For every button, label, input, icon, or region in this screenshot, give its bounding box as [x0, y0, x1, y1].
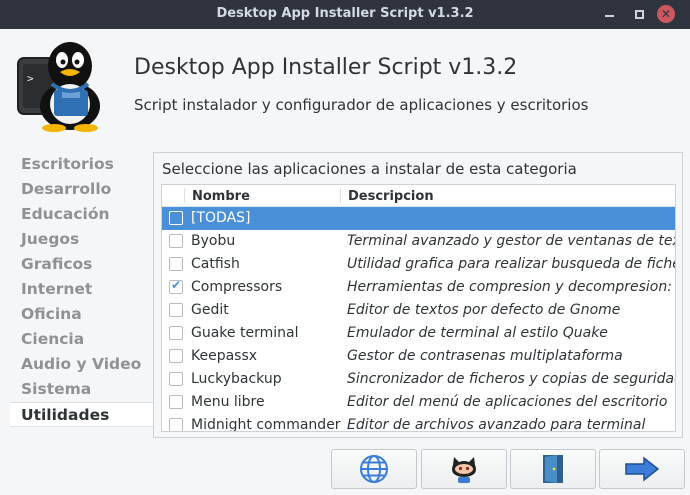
- svg-text:>: >: [27, 72, 34, 85]
- app-name: Midnight commander: [191, 417, 341, 432]
- app-name: [TODAS]: [191, 210, 251, 226]
- window-titlebar: Desktop App Installer Script v1.3.2 ✕: [0, 0, 690, 29]
- column-header-nombre[interactable]: Nombre: [192, 189, 250, 204]
- app-row[interactable]: Compressors Herramientas de compresion y …: [162, 276, 675, 299]
- app-name: Luckybackup: [191, 371, 282, 387]
- column-header-descripcion[interactable]: Descripcion: [348, 189, 434, 204]
- minimize-icon: [604, 15, 614, 17]
- app-title: Desktop App Installer Script v1.3.2: [134, 55, 518, 80]
- app-checkbox[interactable]: [169, 211, 183, 225]
- app-checkbox[interactable]: [169, 326, 183, 340]
- category-audio-video[interactable]: Audio y Video: [10, 352, 156, 377]
- website-button[interactable]: [331, 449, 417, 489]
- tux-penguin-terminal-logo: >: [17, 42, 100, 132]
- category-ciencia[interactable]: Ciencia: [10, 327, 156, 352]
- app-description: Herramientas de compresion y decompresio…: [347, 279, 676, 295]
- app-checkbox[interactable]: [169, 372, 183, 386]
- globe-icon: [360, 455, 388, 483]
- app-row[interactable]: Menu libre Editor del menú de aplicacione…: [162, 391, 675, 414]
- close-button[interactable]: ✕: [657, 5, 675, 23]
- app-checkbox[interactable]: [169, 257, 183, 271]
- app-list[interactable]: Nombre Descripcion [TODAS] Byobu Terminal …: [161, 184, 676, 432]
- category-desarrollo[interactable]: Desarrollo: [10, 177, 156, 202]
- next-button[interactable]: [599, 449, 685, 489]
- panel-label: Seleccione las aplicaciones a instalar d…: [162, 160, 577, 178]
- app-description: Editor de textos por defecto de Gnome: [347, 302, 621, 318]
- app-checkbox[interactable]: [169, 418, 183, 431]
- app-name: Byobu: [191, 233, 236, 249]
- exit-button[interactable]: [510, 449, 596, 489]
- close-icon: ✕: [660, 7, 672, 21]
- app-row[interactable]: Byobu Terminal avanzado y gestor de venta…: [162, 230, 675, 253]
- app-row[interactable]: Gedit Editor de textos por defecto de Gno…: [162, 299, 675, 322]
- app-description: Emulador de terminal al estilo Quake: [347, 325, 608, 341]
- app-checkbox[interactable]: [169, 278, 183, 294]
- arrow-right-icon: [625, 456, 660, 482]
- category-sistema[interactable]: Sistema: [10, 377, 156, 402]
- window-title: Desktop App Installer Script v1.3.2: [216, 6, 474, 21]
- category-sidebar: Escritorios Desarrollo Educación Juegos …: [10, 152, 156, 427]
- app-name: Compressors: [191, 279, 283, 295]
- app-row[interactable]: Keepassx Gestor de contrasenas multiplata…: [162, 345, 675, 368]
- app-selection-panel: Seleccione las aplicaciones a instalar d…: [153, 152, 683, 438]
- app-name: Keepassx: [191, 348, 258, 364]
- app-row[interactable]: Guake terminal Emulador de terminal al es…: [162, 322, 675, 345]
- app-checkbox[interactable]: [169, 303, 183, 317]
- app-description: Terminal avanzado y gestor de ventanas d…: [347, 233, 676, 249]
- app-row[interactable]: [TODAS]: [162, 207, 675, 230]
- app-description: Gestor de contrasenas multiplataforma: [347, 348, 623, 364]
- app-checkbox[interactable]: [169, 395, 183, 409]
- maximize-button[interactable]: [630, 5, 648, 23]
- category-juegos[interactable]: Juegos: [10, 227, 156, 252]
- app-row[interactable]: Midnight commander Editor de archivos ava…: [162, 414, 675, 432]
- category-oficina[interactable]: Oficina: [10, 302, 156, 327]
- app-checkbox[interactable]: [169, 349, 183, 363]
- column-separator: [184, 188, 185, 203]
- app-name: Gedit: [191, 302, 229, 318]
- github-button[interactable]: [421, 449, 507, 489]
- minimize-button[interactable]: [600, 5, 618, 23]
- app-description: Utilidad grafica para realizar busqueda …: [347, 256, 676, 272]
- maximize-icon: [634, 9, 644, 19]
- app-description: Editor del menú de aplicaciones del escr…: [347, 394, 668, 410]
- app-name: Menu libre: [191, 394, 265, 410]
- app-row[interactable]: Luckybackup Sincronizador de ficheros y c…: [162, 368, 675, 391]
- app-description: Sincronizador de ficheros y copias de se…: [347, 371, 676, 387]
- category-graficos[interactable]: Graficos: [10, 252, 156, 277]
- category-escritorios[interactable]: Escritorios: [10, 152, 156, 177]
- app-name: Guake terminal: [191, 325, 299, 341]
- app-description: Editor de archivos avanzado para termina…: [347, 417, 646, 432]
- app-checkbox[interactable]: [169, 234, 183, 248]
- category-internet[interactable]: Internet: [10, 277, 156, 302]
- app-name: Catfish: [191, 256, 240, 272]
- list-header: Nombre Descripcion: [162, 185, 675, 207]
- category-educacion[interactable]: Educación: [10, 202, 156, 227]
- app-subtitle: Script instalador y configurador de apli…: [134, 96, 589, 114]
- app-row[interactable]: Catfish Utilidad grafica para realizar bu…: [162, 253, 675, 276]
- github-octocat-icon: [452, 457, 476, 483]
- category-utilidades[interactable]: Utilidades: [10, 402, 156, 427]
- column-separator: [340, 188, 341, 203]
- exit-door-icon: [543, 455, 563, 483]
